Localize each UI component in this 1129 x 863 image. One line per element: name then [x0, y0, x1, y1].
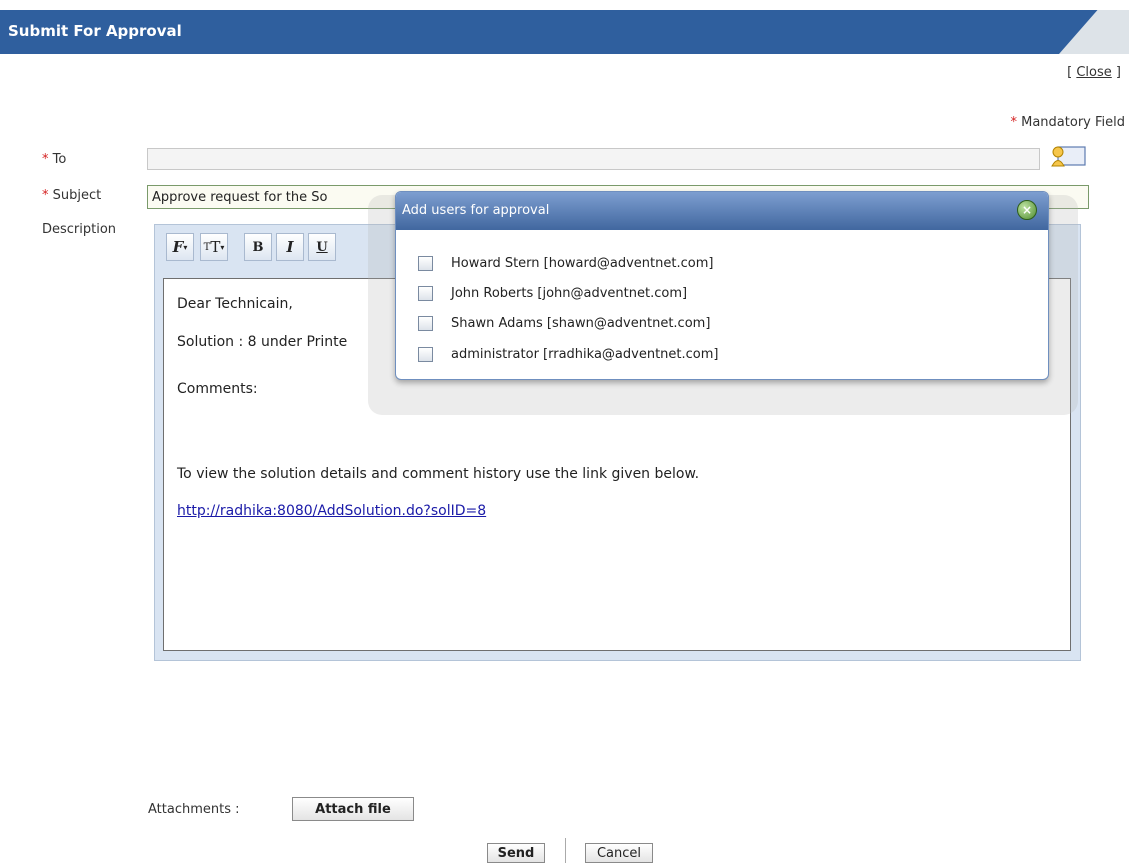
user-lookup-icon[interactable] — [1048, 144, 1088, 168]
italic-button[interactable]: I — [276, 233, 304, 261]
close-open-bracket: [ — [1067, 65, 1073, 80]
font-family-button[interactable]: F ▾ — [166, 233, 194, 261]
subject-label-row: * Subject — [42, 188, 101, 203]
required-star: * — [1010, 115, 1017, 130]
bold-icon: B — [252, 239, 264, 255]
header-corner-decoration — [1059, 10, 1129, 54]
action-divider — [565, 838, 566, 863]
to-label: To — [52, 152, 67, 167]
attach-file-button[interactable]: Attach file — [292, 797, 414, 821]
user-checkbox[interactable] — [418, 315, 433, 331]
bold-button[interactable]: B — [244, 233, 272, 261]
editor-greeting: Dear Technicain, — [177, 296, 293, 312]
popup-title-bar: Add users for approval × — [396, 192, 1048, 230]
cancel-button[interactable]: Cancel — [585, 843, 653, 863]
mandatory-field-note: * Mandatory Field — [1010, 115, 1125, 130]
mandatory-field-text: Mandatory Field — [1021, 115, 1125, 130]
user-label: administrator [rradhika@adventnet.com] — [451, 346, 719, 362]
user-checkbox[interactable] — [418, 346, 433, 362]
to-input[interactable] — [147, 148, 1040, 170]
add-users-popup: Add users for approval × Howard Stern [h… — [395, 191, 1049, 380]
user-list-item[interactable]: Howard Stern [howard@adventnet.com] — [418, 253, 713, 273]
user-list-item[interactable]: Shawn Adams [shawn@adventnet.com] — [418, 313, 710, 333]
solution-link[interactable]: http://radhika:8080/AddSolution.do?solID… — [177, 503, 486, 519]
editor-solution-line: Solution : 8 under Printe — [177, 334, 348, 350]
user-label: John Roberts [john@adventnet.com] — [451, 285, 688, 301]
user-checkbox[interactable] — [418, 285, 433, 301]
send-button[interactable]: Send — [487, 843, 545, 863]
close-link[interactable]: Close — [1076, 65, 1111, 80]
close-close-bracket: ] — [1115, 65, 1121, 80]
user-checkbox[interactable] — [418, 255, 433, 271]
font-size-icon: T — [210, 238, 221, 256]
dropdown-arrow-icon: ▾ — [220, 242, 225, 252]
popup-title: Add users for approval — [402, 203, 550, 218]
user-label: Shawn Adams [shawn@adventnet.com] — [451, 315, 711, 331]
close-link-wrapper: [ Close ] — [1067, 65, 1121, 80]
popup-close-icon[interactable]: × — [1017, 200, 1037, 220]
font-size-small-icon: T — [203, 241, 211, 253]
user-list-item[interactable]: John Roberts [john@adventnet.com] — [418, 283, 687, 303]
required-star: * — [42, 188, 49, 203]
subject-label: Subject — [52, 188, 102, 203]
font-size-button[interactable]: T T ▾ — [200, 233, 228, 261]
editor-instructions-line: To view the solution details and comment… — [177, 466, 700, 482]
page-title: Submit For Approval — [8, 22, 182, 40]
editor-comments-line: Comments: — [177, 381, 258, 397]
to-label-row: * To — [42, 152, 66, 167]
underline-icon: U — [316, 239, 328, 255]
font-family-icon: F — [172, 238, 184, 256]
required-star: * — [42, 152, 49, 167]
user-list-item[interactable]: administrator [rradhika@adventnet.com] — [418, 344, 718, 364]
title-bar: Submit For Approval — [0, 10, 1129, 54]
description-label: Description — [42, 222, 117, 237]
user-label: Howard Stern [howard@adventnet.com] — [451, 255, 714, 271]
underline-button[interactable]: U — [308, 233, 336, 261]
attachments-label: Attachments : — [148, 802, 240, 817]
italic-icon: I — [286, 238, 294, 256]
dropdown-arrow-icon: ▾ — [183, 242, 188, 252]
